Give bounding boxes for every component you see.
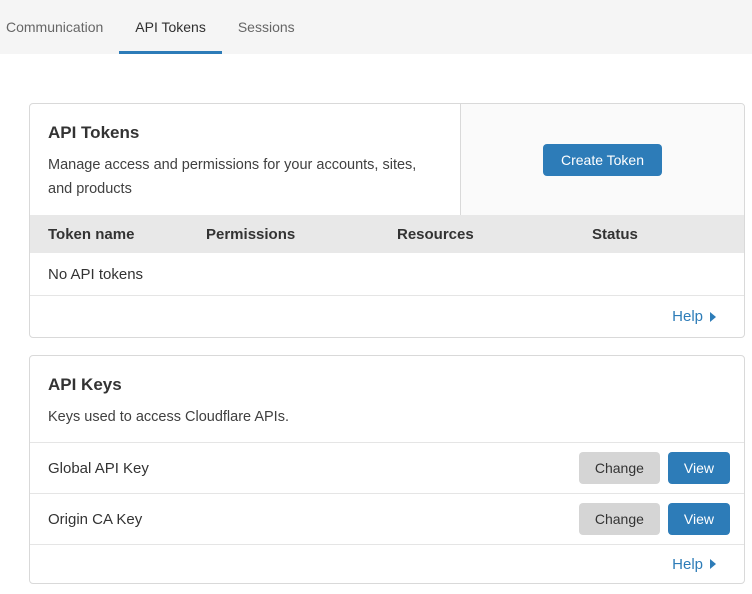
api-tokens-card-footer: Help [30, 296, 744, 337]
tab-sessions[interactable]: Sessions [222, 0, 311, 54]
help-arrow-icon [710, 559, 716, 569]
global-api-key-label: Global API Key [48, 460, 579, 477]
tokens-empty-row: No API tokens [30, 253, 744, 296]
origin-ca-key-change-button[interactable]: Change [579, 503, 660, 535]
help-link-label: Help [672, 308, 703, 325]
api-tokens-card-header-action: Create Token [460, 104, 744, 215]
api-tokens-card-header: API Tokens Manage access and permissions… [30, 104, 744, 215]
api-tokens-card-header-text: API Tokens Manage access and permissions… [30, 104, 460, 215]
api-tokens-card: API Tokens Manage access and permissions… [29, 103, 745, 338]
create-token-button[interactable]: Create Token [543, 144, 662, 176]
global-api-key-change-button[interactable]: Change [579, 452, 660, 484]
api-keys-title: API Keys [48, 375, 726, 395]
tab-api-tokens[interactable]: API Tokens [119, 0, 222, 54]
api-tokens-help-link[interactable]: Help [672, 308, 716, 325]
api-keys-help-link[interactable]: Help [672, 556, 716, 573]
column-header-permissions: Permissions [206, 226, 397, 243]
page-content: API Tokens Manage access and permissions… [0, 54, 752, 594]
tab-communication[interactable]: Communication [6, 0, 119, 54]
global-api-key-row: Global API Key Change View [30, 443, 744, 494]
api-tokens-title: API Tokens [48, 123, 442, 143]
global-api-key-view-button[interactable]: View [668, 452, 730, 484]
api-keys-card: API Keys Keys used to access Cloudflare … [29, 355, 745, 584]
api-keys-description: Keys used to access Cloudflare APIs. [48, 405, 726, 429]
origin-ca-key-label: Origin CA Key [48, 511, 579, 528]
help-link-label: Help [672, 556, 703, 573]
column-header-status: Status [592, 226, 744, 243]
api-tokens-description: Manage access and permissions for your a… [48, 153, 442, 201]
tokens-table-header: Token name Permissions Resources Status [30, 215, 744, 253]
tab-bar: Communication API Tokens Sessions [0, 0, 752, 54]
column-header-resources: Resources [397, 226, 592, 243]
tokens-empty-message: No API tokens [48, 266, 143, 283]
help-arrow-icon [710, 312, 716, 322]
api-keys-card-footer: Help [30, 545, 744, 583]
origin-ca-key-view-button[interactable]: View [668, 503, 730, 535]
column-header-token-name: Token name [48, 226, 206, 243]
origin-ca-key-row: Origin CA Key Change View [30, 494, 744, 545]
api-keys-card-header: API Keys Keys used to access Cloudflare … [30, 356, 744, 443]
